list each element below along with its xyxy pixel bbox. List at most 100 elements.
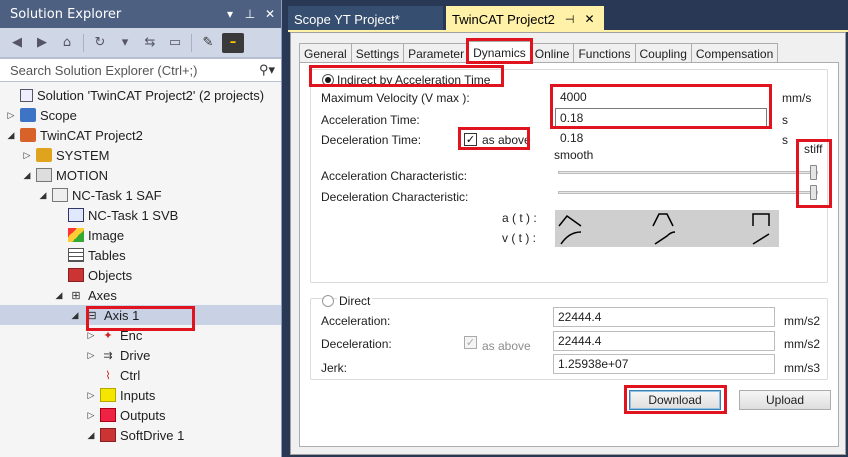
tree-node[interactable]: ▷ Scope: [0, 105, 281, 125]
tree-node[interactable]: ◢ SoftDrive 1: [0, 425, 281, 445]
indirect-radio[interactable]: [322, 74, 334, 86]
expander-icon[interactable]: ▷: [20, 150, 34, 161]
objects-icon: [68, 268, 84, 282]
decel-time-unit: s: [782, 133, 788, 147]
decel-characteristic-label: Deceleration Characteristic:: [321, 190, 469, 204]
tree-node[interactable]: ▷ Inputs: [0, 385, 281, 405]
tree-node[interactable]: ▷ ✦ Enc: [0, 325, 281, 345]
document-tab-bar: Scope YT Project* TwinCAT Project2 ⊣ ✕: [288, 0, 848, 32]
home-icon[interactable]: ⌂: [56, 33, 78, 53]
upload-button[interactable]: Upload: [739, 390, 831, 410]
close-icon[interactable]: ✕: [584, 12, 594, 26]
tree-node[interactable]: ◢ TwinCAT Project2: [0, 125, 281, 145]
expander-icon[interactable]: ◢: [52, 290, 66, 301]
tree-node-label: NC-Task 1 SVB: [88, 207, 179, 223]
tab-twincat-project2[interactable]: TwinCAT Project2 ⊣ ✕: [446, 6, 604, 32]
expander-icon[interactable]: ◢: [4, 130, 18, 141]
tree-node[interactable]: Solution 'TwinCAT Project2' (2 projects): [0, 85, 281, 105]
tree-node[interactable]: Tables: [0, 245, 281, 265]
tree-node[interactable]: ◢ NC-Task 1 SAF: [0, 185, 281, 205]
expander-icon[interactable]: ◢: [84, 430, 98, 441]
max-velocity-label: Maximum Velocity (V max ):: [321, 91, 470, 105]
tree-node[interactable]: ▷ SYSTEM: [0, 145, 281, 165]
deceleration-label: Deceleration:: [321, 337, 392, 351]
tables-icon: [68, 248, 84, 262]
tab-scope-yt-project[interactable]: Scope YT Project*: [288, 6, 443, 32]
expander-icon[interactable]: ▷: [84, 410, 98, 421]
tree-node[interactable]: NC-Task 1 SVB: [0, 205, 281, 225]
motion-icon: [36, 168, 52, 182]
accel-characteristic-slider[interactable]: [558, 165, 818, 180]
window-position-dropdown-icon[interactable]: ▾: [221, 7, 239, 21]
pin-icon[interactable]: –: [222, 32, 244, 53]
acceleration-unit: mm/s2: [784, 314, 820, 328]
forward-icon[interactable]: ▶: [31, 33, 53, 53]
tree-node-label: TwinCAT Project2: [40, 127, 143, 143]
decel-time-field[interactable]: 0.18: [555, 128, 767, 148]
solution-tree: Solution 'TwinCAT Project2' (2 projects)…: [0, 85, 281, 445]
jerk-field[interactable]: 1.25938e+07: [553, 354, 775, 374]
properties-wrench-icon[interactable]: ✎: [197, 33, 219, 53]
tree-node[interactable]: ▷ Outputs: [0, 405, 281, 425]
tree-node[interactable]: Image: [0, 225, 281, 245]
vt-label: v ( t ) :: [502, 231, 536, 245]
accel-characteristic-thumb[interactable]: [810, 165, 817, 180]
tab-compensation[interactable]: Compensation: [690, 43, 779, 63]
tree-node-label: Axis 1: [104, 307, 140, 323]
tree-node-label: Drive: [120, 347, 151, 363]
tree-node-label: MOTION: [56, 167, 108, 183]
tab-settings[interactable]: Settings: [350, 43, 405, 63]
tab-general[interactable]: General: [299, 43, 352, 63]
tree-node-label: Image: [88, 227, 125, 243]
tab-coupling[interactable]: Coupling: [634, 43, 692, 63]
panel-splitter[interactable]: [282, 0, 288, 457]
solution-icon: [20, 88, 33, 102]
solution-explorer-titlebar: Solution Explorer ▾ ⊥ ✕: [0, 0, 281, 28]
direct-as-above-checkbox[interactable]: ✓: [464, 336, 477, 349]
expander-icon[interactable]: ▷: [4, 110, 18, 121]
direct-radio[interactable]: [322, 295, 334, 307]
tree-node[interactable]: ◢ MOTION: [0, 165, 281, 185]
acceleration-field[interactable]: 22444.4: [553, 307, 775, 327]
tree-node-label: Inputs: [120, 387, 156, 403]
decel-characteristic-slider[interactable]: [558, 185, 818, 200]
tab-online[interactable]: Online: [529, 43, 575, 63]
tree-node[interactable]: ◢ ⊟ Axis 1: [0, 305, 281, 325]
max-velocity-unit: mm/s: [782, 91, 812, 105]
collapse-all-icon[interactable]: ▭: [164, 33, 186, 53]
history-icon[interactable]: ↻: [89, 33, 111, 53]
expander-icon[interactable]: ▷: [84, 330, 98, 341]
direct-radio-label: Direct: [337, 294, 373, 308]
accel-time-label: Acceleration Time:: [321, 113, 420, 127]
tree-node[interactable]: ▷ ⇉ Drive: [0, 345, 281, 365]
decel-characteristic-thumb[interactable]: [810, 185, 817, 200]
deceleration-field[interactable]: 22444.4: [553, 331, 775, 351]
max-velocity-field[interactable]: 4000: [555, 87, 767, 107]
chevron-down-icon[interactable]: ▾: [114, 33, 136, 53]
pin-icon[interactable]: ⊣: [565, 13, 575, 26]
expander-icon[interactable]: ◢: [68, 310, 82, 321]
close-icon[interactable]: ✕: [261, 7, 279, 21]
expander-icon[interactable]: ◢: [36, 190, 50, 201]
tab-dynamics[interactable]: Dynamics: [468, 41, 531, 63]
decel-as-above-checkbox[interactable]: ✓: [464, 133, 477, 146]
auto-hide-pin-icon[interactable]: ⊥: [241, 7, 259, 21]
back-icon[interactable]: ◀: [6, 33, 28, 53]
search-placeholder: Search Solution Explorer (Ctrl+;): [10, 62, 198, 78]
download-button[interactable]: Download: [629, 390, 721, 410]
tab-functions[interactable]: Functions: [573, 43, 636, 63]
sync-icon[interactable]: ⇆: [139, 33, 161, 53]
tree-node-label: Outputs: [120, 407, 166, 423]
accel-time-field[interactable]: 0.18: [555, 108, 767, 128]
search-input[interactable]: Search Solution Explorer (Ctrl+;) ⚲▾: [0, 58, 281, 82]
twincat-project-icon: [20, 128, 36, 142]
tree-node[interactable]: ⌇ Ctrl: [0, 365, 281, 385]
expander-icon[interactable]: ▷: [84, 390, 98, 401]
jerk-label: Jerk:: [321, 361, 348, 375]
search-icon[interactable]: ⚲▾: [259, 62, 275, 78]
tab-parameter[interactable]: Parameter: [403, 43, 470, 63]
tree-node[interactable]: ◢ ⊞ Axes: [0, 285, 281, 305]
expander-icon[interactable]: ▷: [84, 350, 98, 361]
tree-node[interactable]: Objects: [0, 265, 281, 285]
expander-icon[interactable]: ◢: [20, 170, 34, 181]
